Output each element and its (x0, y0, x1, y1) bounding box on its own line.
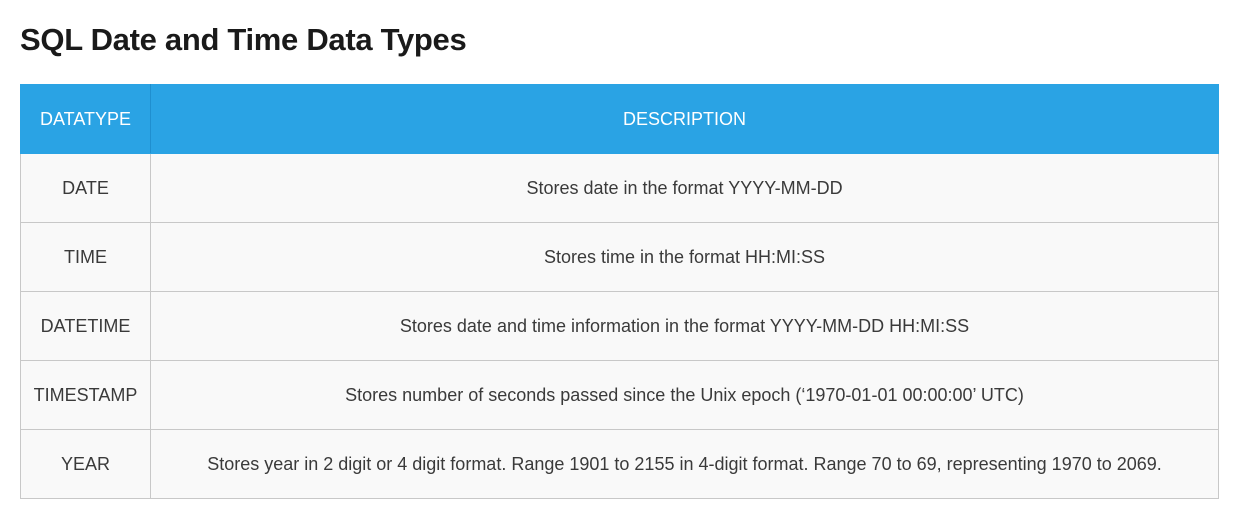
table-row: TIME Stores time in the format HH:MI:SS (20, 222, 1219, 292)
data-types-table-container: DATATYPE DESCRIPTION DATE Stores date in… (20, 84, 1219, 499)
description-cell: Stores time in the format HH:MI:SS (150, 222, 1219, 292)
description-cell: Stores number of seconds passed since th… (150, 360, 1219, 430)
table-row: YEAR Stores year in 2 digit or 4 digit f… (20, 429, 1219, 499)
datatype-cell: TIMESTAMP (20, 360, 151, 430)
table-header: DATATYPE DESCRIPTION (20, 84, 1219, 154)
table-body: DATE Stores date in the format YYYY-MM-D… (20, 153, 1219, 499)
table-row: TIMESTAMP Stores number of seconds passe… (20, 360, 1219, 430)
datatype-cell: DATE (20, 153, 151, 223)
description-cell: Stores date in the format YYYY-MM-DD (150, 153, 1219, 223)
description-cell: Stores year in 2 digit or 4 digit format… (150, 429, 1219, 499)
description-cell: Stores date and time information in the … (150, 291, 1219, 361)
datatype-cell: TIME (20, 222, 151, 292)
datatype-cell: YEAR (20, 429, 151, 499)
table-row: DATE Stores date in the format YYYY-MM-D… (20, 153, 1219, 223)
column-header-description: DESCRIPTION (150, 84, 1219, 154)
page-title: SQL Date and Time Data Types (20, 22, 467, 57)
column-header-datatype: DATATYPE (20, 84, 151, 154)
table-header-row: DATATYPE DESCRIPTION (20, 84, 1219, 154)
table-row: DATETIME Stores date and time informatio… (20, 291, 1219, 361)
datatype-cell: DATETIME (20, 291, 151, 361)
data-types-table: DATATYPE DESCRIPTION DATE Stores date in… (20, 84, 1219, 499)
